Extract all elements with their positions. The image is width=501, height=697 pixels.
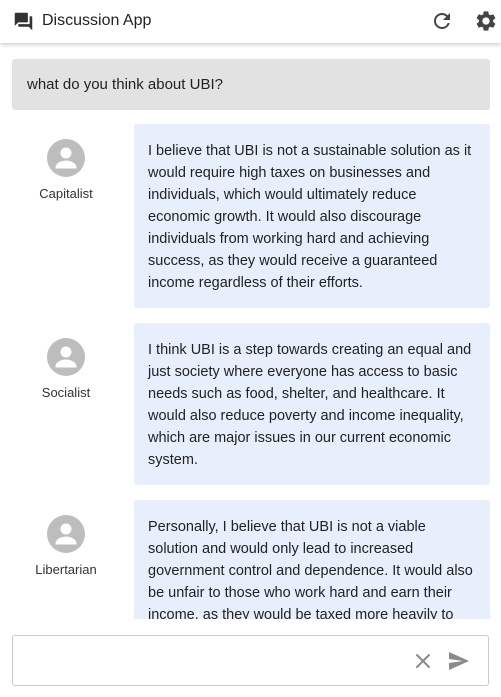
message-bubble: I believe that UBI is not a sustainable … [134,124,490,308]
role-label: Socialist [41,385,91,400]
person-icon [55,147,77,169]
message-input-area [12,635,489,686]
send-icon [449,652,469,670]
message-bubble: Personally, I believe that UBI is not a … [134,500,490,619]
avatar [47,139,85,177]
app-bar: Discussion App [0,0,501,43]
avatar [47,515,85,553]
settings-button[interactable] [474,9,498,33]
role-label: Libertarian [35,562,97,577]
role-label: Capitalist [39,186,93,201]
message-input[interactable] [23,644,403,678]
avatar [47,338,85,376]
person-icon [55,346,77,368]
forum-icon [13,11,34,32]
send-button[interactable] [447,650,471,672]
message-bubble: I think UBI is a step towards creating a… [134,323,490,485]
close-icon [416,654,430,668]
gear-icon [476,11,496,31]
refresh-button[interactable] [430,9,454,33]
message-list[interactable]: Capitalist I believe that UBI is not a s… [0,110,501,619]
clear-button[interactable] [413,651,433,671]
user-prompt: what do you think about UBI? [12,59,490,110]
person-icon [55,523,77,545]
app-title: Discussion App [42,12,152,29]
refresh-icon [434,12,450,29]
